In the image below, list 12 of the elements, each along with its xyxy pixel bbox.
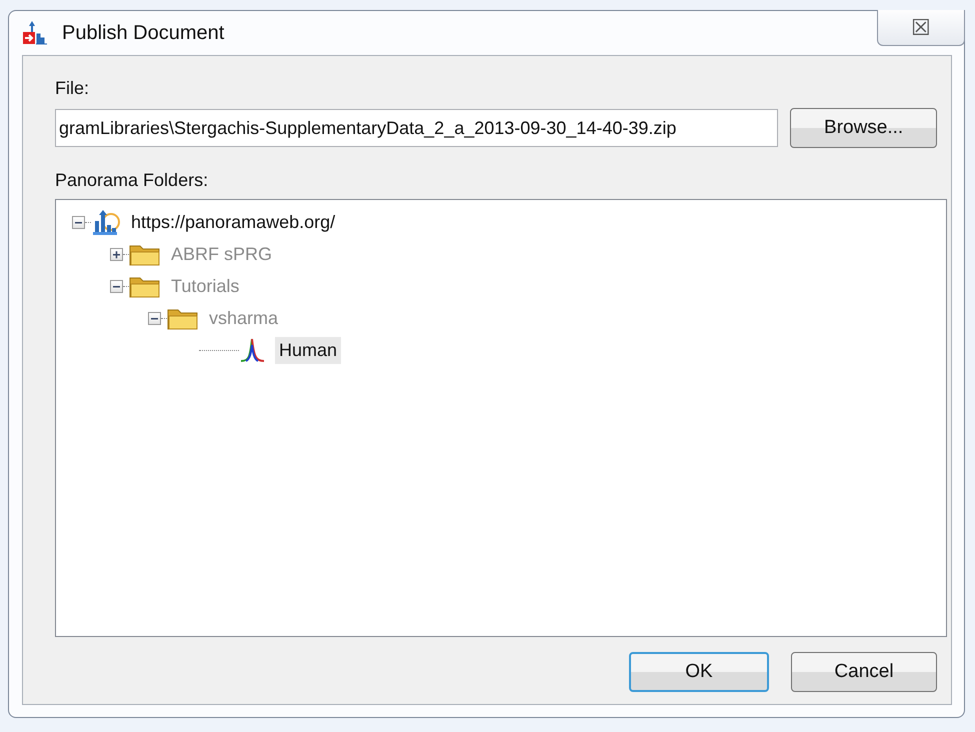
app-icon [22,20,48,46]
collapse-icon[interactable] [72,216,85,228]
browse-button[interactable]: Browse... [790,108,937,148]
window-title: Publish Document [62,22,224,44]
dialog-button[interactable]: Cancel [791,652,937,692]
close-button[interactable]: ☒ [877,10,965,46]
file-path-field[interactable]: gramLibraries\Stergachis-SupplementaryData_2_a_2013-09-30_14-40-39.zip [55,109,778,147]
field-label: Panorama Folders: [55,170,210,191]
field-label: File: [55,78,90,99]
dialog-button[interactable]: OK [629,652,769,692]
server-icon [91,209,121,235]
tree-item[interactable]: https://panoramaweb.org/ [127,208,340,236]
